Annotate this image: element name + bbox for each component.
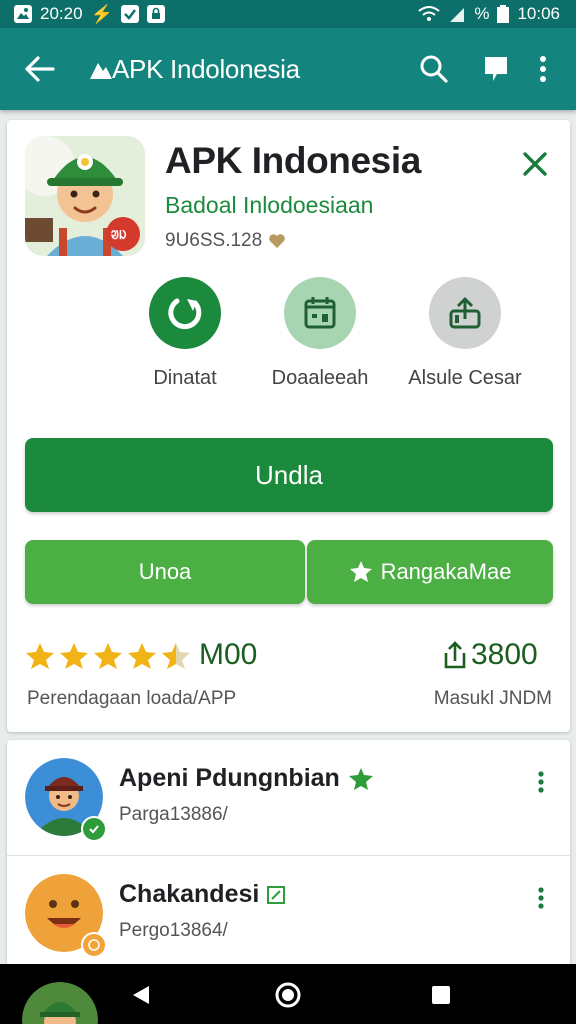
quick-action-2[interactable]: Doaaleeah [260, 277, 380, 390]
user-subtitle: Pergo13864/ [119, 920, 228, 941]
app-name: APK Indonesia [165, 140, 421, 181]
nav-recents-button[interactable] [426, 980, 456, 1010]
quick-action-3-label: Alsule Cesar [408, 367, 522, 389]
more-vert-icon [538, 887, 544, 909]
phone-signal-icon: ⚡ [90, 3, 113, 24]
app-thumbnail[interactable] [22, 982, 98, 1024]
recents-square-icon [432, 986, 450, 1004]
quick-action-3[interactable]: Alsule Cesar [405, 277, 525, 390]
list-item[interactable]: Chakandesi Pergo13864/ [7, 855, 570, 970]
app-icon[interactable]: ᱣᱡ [25, 136, 145, 256]
share-upload-icon [449, 297, 481, 329]
cell-signal-icon [450, 8, 465, 22]
star-icon [26, 643, 54, 669]
status-bar: 20:20 ⚡ % 10:06 [0, 0, 576, 28]
status-left: 20:20 ⚡ [14, 4, 165, 25]
app-icon-badge: ᱣᱡ [111, 228, 127, 242]
edit-box-icon [267, 885, 286, 904]
battery-percent: % [474, 4, 490, 23]
rating-value: M00 [199, 638, 258, 671]
quick-action-3-circle [429, 277, 501, 349]
quick-action-2-label: Doaaleeah [271, 367, 369, 389]
more-vert-icon [540, 56, 546, 82]
message-icon [485, 57, 507, 81]
rating-stars [25, 642, 191, 670]
list-item[interactable]: Apeni Pdungnbian Parga13886/ [7, 740, 570, 855]
battery-icon [497, 5, 510, 23]
user-name: Apeni Pdungnbian [119, 764, 374, 793]
app-id-row: 9U6SS.128 [165, 230, 286, 252]
app-id: 9U6SS.128 [165, 230, 263, 251]
avatar-badge [81, 932, 107, 958]
close-button[interactable] [517, 146, 553, 182]
back-arrow-icon [25, 56, 55, 82]
quick-action-2-circle [284, 277, 356, 349]
star-half-icon [162, 643, 190, 669]
shares-value: 3800 [471, 638, 538, 671]
app-bar: APK Indolonesia [0, 28, 576, 110]
more-options-button[interactable] [527, 884, 555, 912]
quick-action-1-label: Dinatat [153, 367, 217, 389]
user-name-text: Chakandesi [119, 880, 260, 908]
status-time-right: 10:06 [517, 4, 560, 23]
star-badge-icon [348, 767, 373, 790]
feedback-button[interactable] [474, 47, 518, 91]
shares-caption: Masukl JNDM [433, 688, 552, 709]
app-title: APK Indolonesia [112, 53, 300, 84]
secondary-left-label: Unoa [138, 559, 192, 584]
search-button[interactable] [412, 47, 456, 91]
quick-action-1-circle [149, 277, 221, 349]
more-vert-icon [538, 771, 544, 793]
nav-back-button[interactable] [126, 980, 156, 1010]
rating-caption: Perendagaan loada/APP [27, 688, 237, 709]
secondary-right-label: RangakaMae [380, 559, 512, 584]
emoji-icon [88, 939, 100, 951]
more-options-button[interactable] [528, 47, 558, 91]
star-badge-icon [349, 561, 372, 582]
primary-install-button[interactable]: Undla [25, 438, 553, 512]
search-icon [420, 55, 448, 83]
status-right: % 10:06 [418, 4, 560, 24]
check-icon [89, 825, 99, 834]
lock-notification-icon [146, 5, 165, 23]
status-time-left: 20:20 [40, 4, 83, 23]
system-nav-bar [0, 964, 576, 1024]
user-name-text: Apeni Pdungnbian [119, 764, 340, 792]
back-button[interactable] [20, 49, 60, 89]
nav-home-button[interactable] [273, 980, 303, 1010]
secondary-left-button[interactable]: Unoa [25, 540, 305, 604]
share-count-icon [444, 641, 466, 669]
check-notification-icon [120, 5, 139, 23]
star-icon [94, 643, 122, 669]
mountain-logo-icon [90, 63, 112, 79]
wifi-icon [418, 6, 440, 21]
secondary-right-button[interactable]: RangakaMae [307, 540, 553, 604]
refresh-arrow-icon [168, 298, 202, 330]
developer-name[interactable]: Badoal Inlodoesiaan [165, 192, 373, 219]
close-icon [523, 152, 547, 176]
heart-icon [269, 234, 285, 248]
back-triangle-icon [133, 986, 149, 1004]
user-list-card: Apeni Pdungnbian Parga13886/ Chakandesi … [7, 740, 570, 970]
image-notification-icon [14, 5, 32, 23]
shares-count: 3800 [443, 638, 538, 672]
home-circle-icon [275, 982, 301, 1008]
avatar-badge [81, 816, 107, 842]
app-title-wrap: APK Indolonesia [90, 54, 394, 85]
more-options-button[interactable] [527, 768, 555, 796]
star-icon [128, 643, 156, 669]
star-icon [60, 643, 88, 669]
quick-action-1[interactable]: Dinatat [125, 277, 245, 390]
app-detail-card: ᱣᱡ APK Indonesia Badoal Inlodoesiaan 9U6… [7, 120, 570, 732]
user-name: Chakandesi [119, 880, 286, 909]
user-subtitle: Parga13886/ [119, 804, 228, 825]
calendar-icon [304, 297, 336, 329]
